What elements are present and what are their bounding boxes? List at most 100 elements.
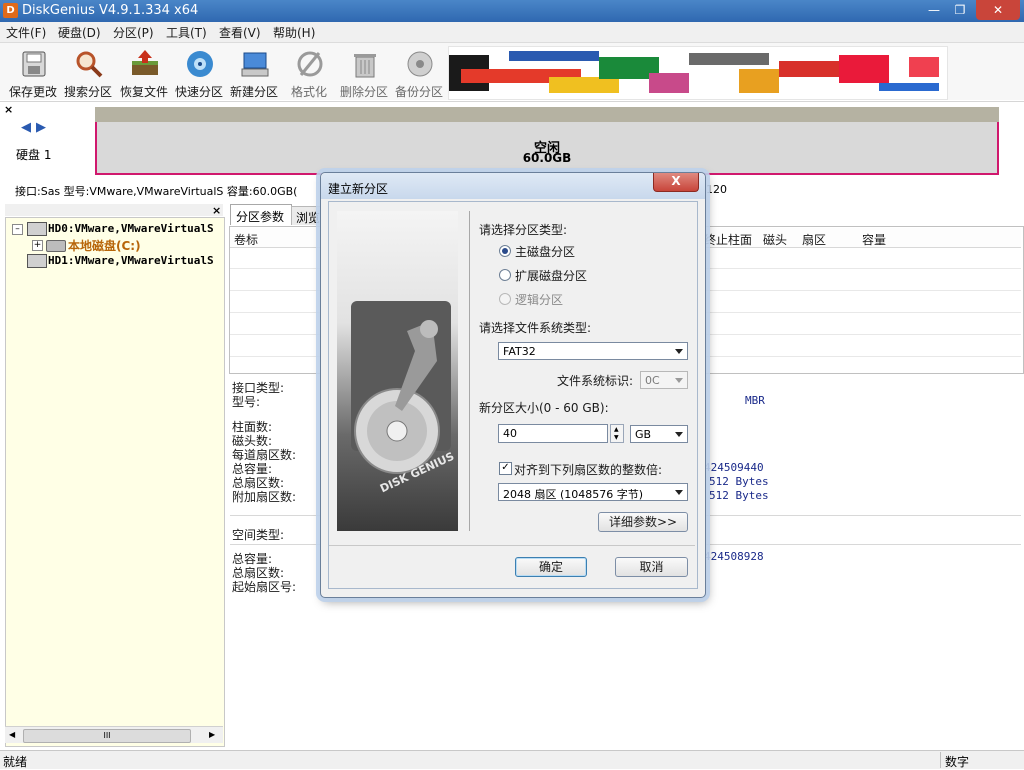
delete-partition-button[interactable]: 删除分区	[337, 47, 391, 99]
spin-down-icon[interactable]: ▼	[614, 434, 619, 441]
dialog-title: 建立新分区	[328, 182, 389, 196]
menu-partition[interactable]: 分区(P)	[113, 24, 154, 41]
menu-bar: 文件(F) 硬盘(D) 分区(P) 工具(T) 查看(V) 帮助(H)	[0, 22, 1024, 43]
disk-tree: – HD0:VMware,VMwareVirtualS + 本地磁盘(C:) H…	[5, 217, 225, 747]
format-icon	[297, 51, 323, 77]
scroll-right-icon[interactable]: ▶	[209, 730, 215, 739]
tab-partition-params[interactable]: 分区参数	[230, 204, 292, 225]
save-changes-button[interactable]: 保存更改	[6, 47, 60, 99]
status-divider	[940, 752, 941, 768]
disk-info-tail: 120	[706, 183, 727, 196]
backup-partition-label: 备份分区	[394, 85, 443, 99]
align-checkbox[interactable]: ✓	[499, 462, 512, 475]
previous-disk-icon[interactable]: ◀	[21, 120, 31, 135]
col-head[interactable]: 磁头	[763, 231, 787, 248]
delete-icon	[354, 54, 376, 78]
tab-browse-label: 浏览	[296, 211, 321, 225]
dialog-close-icon[interactable]: X	[653, 173, 699, 192]
backup-partition-button[interactable]: 备份分区	[392, 47, 446, 99]
menu-help[interactable]: 帮助(H)	[273, 24, 315, 41]
chevron-down-icon	[675, 349, 683, 354]
logical-partition-radio[interactable]	[499, 293, 511, 305]
scroll-thumb[interactable]: III	[23, 729, 191, 743]
tree-close-icon[interactable]: ×	[212, 204, 221, 217]
disk-icon	[27, 254, 47, 268]
panel-close-icon[interactable]: ×	[4, 103, 13, 116]
status-text: 就绪	[3, 755, 28, 769]
quick-partition-icon	[187, 51, 213, 77]
scroll-left-icon[interactable]: ◀	[9, 730, 15, 739]
disk-icon	[27, 222, 47, 236]
disk-label: 硬盘 1	[16, 148, 52, 162]
advertisement-banner[interactable]	[448, 46, 948, 100]
window-title: DiskGenius V4.9.1.334 x64	[22, 3, 199, 18]
value-physical-sector-size: 512 Bytes	[709, 489, 769, 502]
restore-icon[interactable]: ❐	[946, 0, 974, 20]
recover-files-button[interactable]: 恢复文件	[117, 47, 171, 99]
free-space-bar-header	[95, 107, 999, 122]
size-value: 40	[503, 427, 517, 440]
dialog-button-divider	[329, 545, 695, 546]
search-partition-button[interactable]: 搜索分区	[61, 47, 115, 99]
value-total-bytes: 424509440	[704, 461, 764, 474]
value-free-bytes: 424508928	[704, 550, 764, 563]
expand-icon[interactable]: –	[12, 224, 23, 235]
new-partition-dialog: 建立新分区 X DISK GENIUS 请选择分区类型: 主磁盘分区 扩展磁盘分…	[320, 172, 706, 598]
new-partition-button[interactable]: 新建分区	[227, 47, 281, 99]
horizontal-scrollbar[interactable]: ◀ III ▶	[5, 726, 223, 743]
col-end-cylinder[interactable]: 终止柱面	[704, 231, 752, 248]
expand-icon[interactable]: +	[32, 240, 43, 251]
align-label[interactable]: 对齐到下列扇区数的整数倍:	[514, 461, 662, 478]
app-icon: D	[3, 3, 18, 18]
col-sector[interactable]: 扇区	[802, 231, 826, 248]
tree-item-local-disk-c[interactable]: 本地磁盘(C:)	[68, 237, 141, 254]
minimize-icon[interactable]: —	[920, 0, 948, 20]
align-select[interactable]: 2048 扇区 (1048576 字节)	[498, 483, 688, 501]
align-value: 2048 扇区 (1048576 字节)	[503, 488, 644, 501]
chevron-down-icon	[675, 378, 683, 383]
backup-icon	[407, 51, 433, 77]
logical-partition-label[interactable]: 逻辑分区	[515, 291, 563, 308]
size-spinner[interactable]: ▲ ▼	[610, 424, 624, 443]
close-icon[interactable]: ✕	[976, 0, 1020, 20]
col-capacity[interactable]: 容量	[862, 231, 886, 248]
ok-button[interactable]: 确定	[515, 557, 587, 577]
menu-tools[interactable]: 工具(T)	[166, 24, 207, 41]
cancel-button[interactable]: 取消	[615, 557, 688, 577]
partition-icon	[46, 240, 66, 252]
extended-partition-label[interactable]: 扩展磁盘分区	[515, 267, 587, 284]
save-icon	[22, 51, 46, 77]
fs-type-select[interactable]: FAT32	[498, 342, 688, 360]
details-button[interactable]: 详细参数>>	[598, 512, 688, 532]
menu-file[interactable]: 文件(F)	[6, 24, 46, 41]
size-unit-value: GB	[635, 428, 652, 441]
col-volume-label[interactable]: 卷标	[234, 231, 258, 248]
fs-id-select[interactable]: 0C	[640, 371, 688, 389]
tree-item-hd0[interactable]: HD0:VMware,VMwareVirtualS	[48, 222, 214, 235]
size-unit-select[interactable]: GB	[630, 425, 688, 443]
primary-partition-radio[interactable]	[499, 245, 511, 257]
menu-disk[interactable]: 硬盘(D)	[58, 24, 101, 41]
fs-id-value: 0C	[645, 374, 660, 387]
extended-partition-radio[interactable]	[499, 269, 511, 281]
dialog-divider	[469, 211, 470, 531]
tree-item-hd1[interactable]: HD1:VMware,VMwareVirtualS	[48, 254, 214, 267]
banner-graphic	[449, 47, 947, 99]
primary-partition-label[interactable]: 主磁盘分区	[515, 243, 575, 260]
format-button[interactable]: 格式化	[282, 47, 336, 99]
menu-view[interactable]: 查看(V)	[219, 24, 261, 41]
size-input[interactable]: 40	[498, 424, 608, 443]
quick-partition-button[interactable]: 快速分区	[172, 47, 226, 99]
detail-extra-sectors: 附加扇区数:	[232, 490, 297, 504]
next-disk-icon[interactable]: ▶	[36, 120, 46, 135]
fs-id-label: 文件系统标识:	[557, 374, 634, 388]
tab-browse[interactable]: 浏览	[291, 206, 323, 225]
detail-start-sector: 起始扇区号:	[232, 580, 297, 594]
chevron-down-icon	[675, 432, 683, 437]
spin-up-icon[interactable]: ▲	[614, 426, 619, 433]
new-partition-icon	[241, 52, 269, 77]
chevron-down-icon	[675, 490, 683, 495]
fs-type-label: 请选择文件系统类型:	[479, 321, 592, 335]
partition-type-label: 请选择分区类型:	[479, 223, 568, 237]
status-bar: 就绪 数字	[0, 750, 1024, 769]
